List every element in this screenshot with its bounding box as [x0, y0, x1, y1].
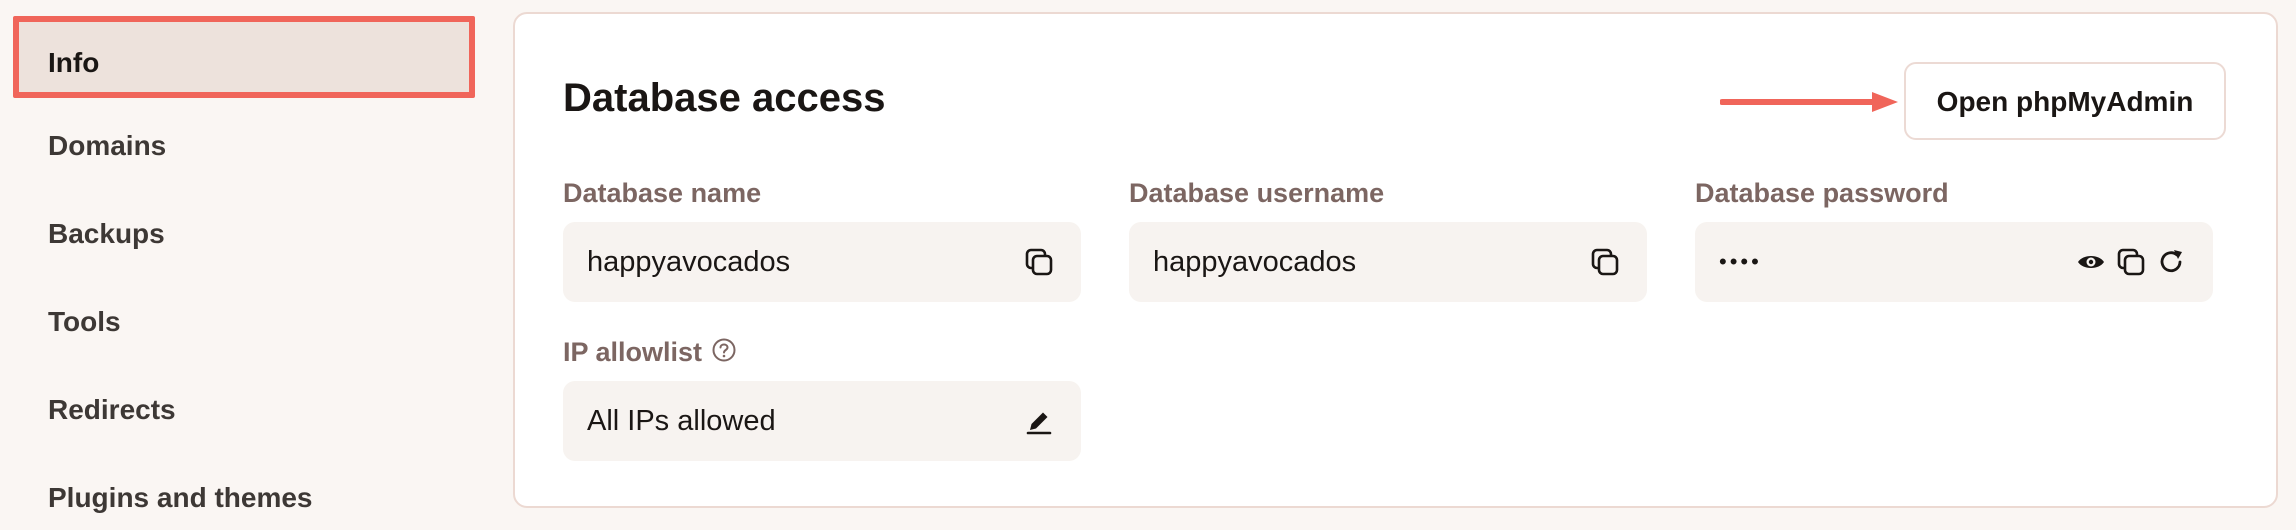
database-access-panel: Database access Open phpMyAdmin Database… — [513, 12, 2278, 508]
copy-icon[interactable] — [1023, 246, 1055, 278]
sidebar-item-info[interactable]: Info — [13, 16, 475, 98]
sidebar: Info Domains Backups Tools Redirects Plu… — [0, 0, 500, 530]
ip-allowlist-field: All IPs allowed — [563, 381, 1081, 461]
sidebar-item-redirects[interactable]: Redirects — [48, 380, 176, 440]
open-phpmyadmin-button[interactable]: Open phpMyAdmin — [1904, 62, 2226, 140]
copy-icon[interactable] — [2115, 246, 2147, 278]
sidebar-item-backups[interactable]: Backups — [48, 204, 165, 264]
edit-icon[interactable] — [1023, 405, 1055, 437]
sidebar-item-domains[interactable]: Domains — [48, 116, 166, 176]
ip-allowlist-label: IP allowlist — [563, 337, 703, 367]
refresh-icon[interactable] — [2155, 246, 2187, 278]
section-title: Database access — [563, 76, 886, 120]
eye-icon[interactable] — [2075, 246, 2107, 278]
sidebar-item-tools[interactable]: Tools — [48, 292, 121, 352]
password-masked-value: •••• — [1719, 249, 1762, 274]
database-username-label: Database username — [1129, 178, 1385, 208]
database-password-field: •••• — [1695, 222, 2213, 302]
copy-icon[interactable] — [1589, 246, 1621, 278]
sidebar-item-plugins-and-themes[interactable]: Plugins and themes — [48, 468, 313, 528]
ip-allowlist-value: All IPs allowed — [587, 405, 776, 437]
arrow-icon — [1720, 92, 1898, 112]
database-name-field: happyavocados — [563, 222, 1081, 302]
help-icon[interactable] — [711, 337, 737, 363]
database-password-label: Database password — [1695, 178, 1949, 208]
database-username-field: happyavocados — [1129, 222, 1647, 302]
database-username-value: happyavocados — [1153, 246, 1357, 278]
database-name-value: happyavocados — [587, 246, 791, 278]
database-name-label: Database name — [563, 178, 762, 208]
